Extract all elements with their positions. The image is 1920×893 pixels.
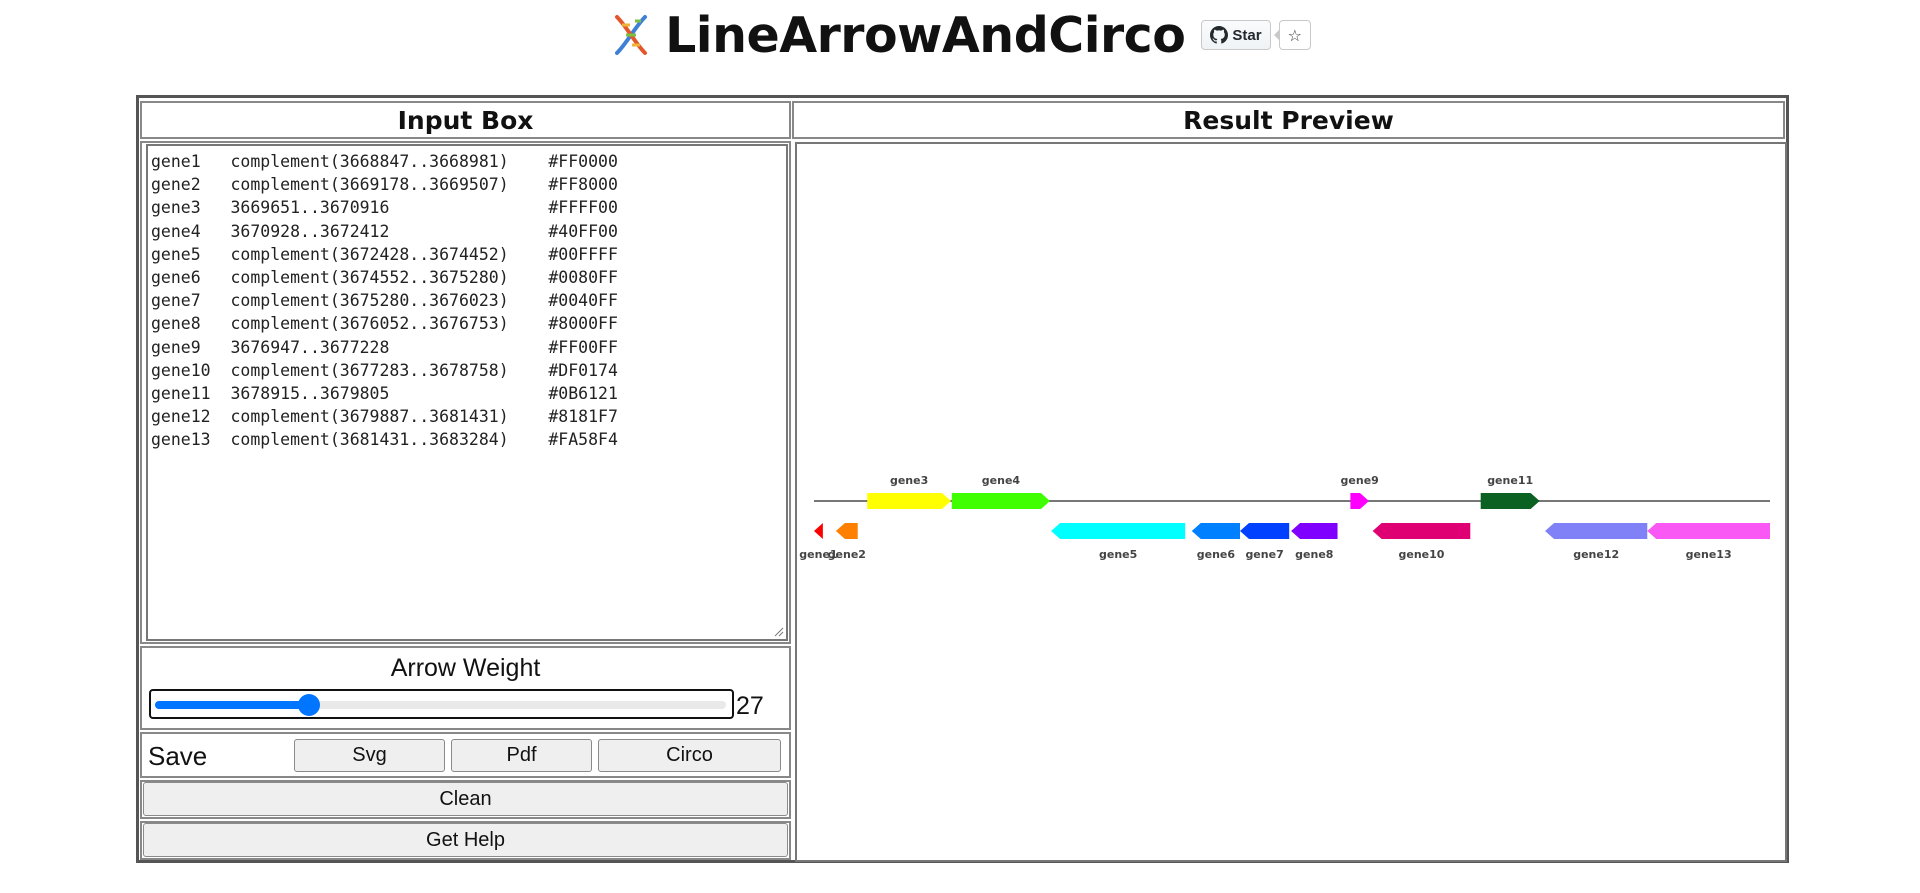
slider-track[interactable] [155, 694, 726, 716]
result-preview-header: Result Preview [792, 101, 1785, 139]
result-preview-area: gene1 gene2 gene3 gene4 gene5 gene6 gene7 gene8… [795, 142, 1787, 862]
gene10-label: gene10 [1398, 548, 1444, 561]
dna-logo-icon [615, 15, 648, 55]
gene5-arrow [1051, 523, 1186, 539]
arrow-weight-label: Arrow Weight [390, 654, 541, 682]
gene-map-svg: gene1gene2gene3 gene4gene5 gene6 gene7 gene8… [799, 474, 1770, 561]
pdf-button[interactable]: Pdf [451, 739, 592, 772]
slider-fill [155, 701, 310, 709]
gene4-arrow [951, 493, 1051, 509]
gene9-label: gene9 [1341, 474, 1379, 487]
gene10-arrow [1372, 523, 1471, 539]
arrow-weight-value: 27 [736, 692, 764, 720]
gene8-arrow [1291, 523, 1338, 539]
star-label: Star [1232, 26, 1262, 44]
gene1-arrow [814, 523, 823, 539]
gene11-arrow [1480, 493, 1540, 509]
gene6-label: gene6 [1197, 548, 1236, 561]
save-label: Save [148, 741, 208, 771]
input-box-title: Input Box [397, 105, 534, 135]
input-box-header: Input Box [140, 101, 791, 139]
gene13-label: gene13 [1686, 548, 1732, 561]
resize-grip-icon[interactable] [772, 625, 784, 637]
gene8-label: gene8 [1295, 548, 1333, 561]
input-box-container [146, 144, 788, 641]
help-button[interactable]: Get Help [143, 823, 788, 857]
page-header: LineArrowAndCirco Star ☆ [0, 4, 1920, 66]
gene-input-textarea[interactable] [148, 146, 786, 639]
result-preview-title: Result Preview [1183, 105, 1394, 135]
star-count[interactable]: ☆ [1273, 20, 1311, 50]
gene7-label: gene7 [1245, 548, 1283, 561]
gene3-arrow [867, 493, 952, 509]
gene6-arrow [1191, 523, 1240, 539]
gene13-arrow [1647, 523, 1770, 539]
gene9-arrow [1350, 493, 1369, 509]
github-star-button[interactable]: Star [1201, 20, 1271, 50]
svg-button[interactable]: Svg [294, 739, 445, 772]
gene7-arrow [1239, 523, 1290, 539]
gene12-arrow [1545, 523, 1648, 539]
gene4-label: gene4 [982, 474, 1021, 487]
arrow-weight-slider[interactable] [149, 689, 734, 719]
slider-thumb[interactable] [298, 694, 321, 716]
gene5-label: gene5 [1099, 548, 1137, 561]
gene2-arrow [835, 523, 858, 539]
clean-button[interactable]: Clean [143, 782, 788, 816]
circo-button[interactable]: Circo [598, 739, 781, 772]
gene3-label: gene3 [890, 474, 928, 487]
gene2-label: gene2 [828, 548, 866, 561]
page-title: LineArrowAndCirco [665, 6, 1186, 64]
gene11-label: gene11 [1487, 474, 1533, 487]
gene12-label: gene12 [1573, 548, 1619, 561]
github-icon [1210, 26, 1229, 44]
